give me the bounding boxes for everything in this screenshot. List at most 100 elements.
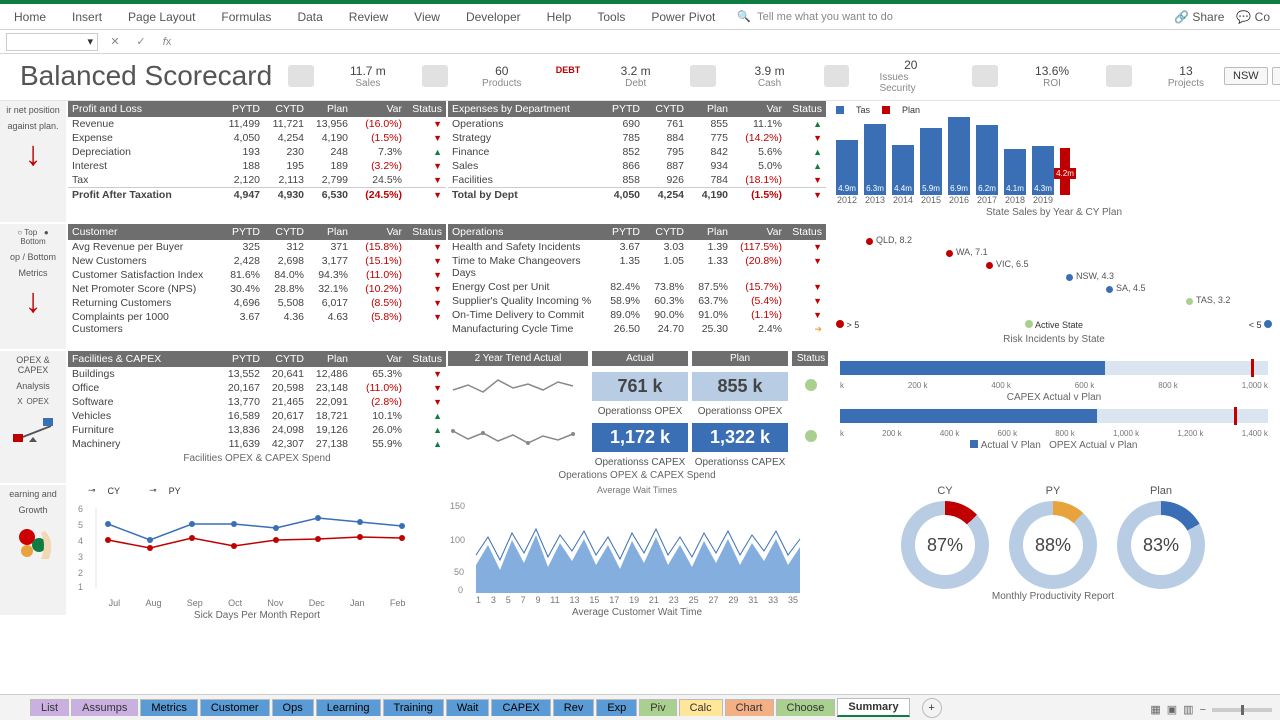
sales-icon <box>288 65 314 87</box>
sheet-tab-exp[interactable]: Exp <box>596 699 637 716</box>
table-row: New Customers2,4282,6983,177(15.1%) <box>68 254 446 268</box>
sheet-tab-summary[interactable]: Summary <box>837 698 909 717</box>
sheet-tab-piv[interactable]: Piv <box>639 699 676 716</box>
tab-insert[interactable]: Insert <box>68 8 106 26</box>
tab-developer[interactable]: Developer <box>462 8 525 26</box>
side-label-learning: earning andGrowth <box>0 485 68 617</box>
page-title: Balanced Scorecard <box>20 60 274 92</box>
down-arrow-icon: ↓ <box>25 284 42 318</box>
table-row: Energy Cost per Unit82.4%73.8%87.5%(15.7… <box>448 280 826 294</box>
scatter-dot <box>1186 298 1193 305</box>
ribbon: Home Insert Page Layout Formulas Data Re… <box>0 4 1280 30</box>
share-button[interactable]: 🔗 Share <box>1174 10 1224 24</box>
comments-button[interactable]: 💬 Co <box>1236 10 1270 24</box>
tab-review[interactable]: Review <box>345 8 392 26</box>
table-row: Manufacturing Cycle Time26.5024.7025.302… <box>448 322 826 336</box>
chart-risk-incidents: QLD, 8.2WA, 7.1VIC, 6.5NSW, 4.3SA, 4.5TA… <box>828 224 1280 351</box>
panel-expenses-dept: Expenses by DepartmentPYTDCYTDPlanVarSta… <box>448 101 828 224</box>
sheet-tabs: ListAssumpsMetricsCustomerOpsLearningTra… <box>0 694 1280 720</box>
cancel-formula-icon[interactable]: ✕ <box>106 35 124 48</box>
sheet-tab-choose[interactable]: Choose <box>776 699 836 716</box>
table-row: Finance8527958425.6% <box>448 145 826 159</box>
opex-plan: 855 k <box>692 372 788 401</box>
name-box[interactable]: ▾ <box>6 33 98 51</box>
capex-bullet <box>840 361 1268 375</box>
formula-bar: ▾ ✕ ✓ fx <box>0 30 1280 54</box>
down-arrow-icon: ↓ <box>25 137 42 171</box>
kpi-projects-value: 13 <box>1179 64 1192 78</box>
table-row: Interest188195189(3.2%) <box>68 159 446 173</box>
table-row: Expense4,0504,2544,190(1.5%) <box>68 131 446 145</box>
sheet-tab-metrics[interactable]: Metrics <box>140 699 197 716</box>
opex-bullet <box>840 409 1268 423</box>
svg-text:0: 0 <box>458 585 463 595</box>
table-row: On-Time Delivery to Commit89.0%90.0%91.0… <box>448 308 826 322</box>
normal-view-icon[interactable]: ▦ <box>1150 703 1160 716</box>
gears-head-icon <box>11 521 55 565</box>
kpi-roi-value: 13.6% <box>1035 64 1069 78</box>
tab-formulas[interactable]: Formulas <box>217 8 275 26</box>
sheet-tab-calc[interactable]: Calc <box>679 699 723 716</box>
sheet-tab-rev[interactable]: Rev <box>553 699 595 716</box>
state-btn-nsw[interactable]: NSW <box>1224 67 1268 85</box>
page-layout-view-icon[interactable]: ▣ <box>1167 703 1177 716</box>
panel-operations: OperationsPYTDCYTDPlanVarStatusHealth an… <box>448 224 828 351</box>
search-icon: 🔍 <box>737 10 751 23</box>
chart-bullets: k200 k400 k600 k800 k1,000 k CAPEX Actua… <box>828 351 1280 485</box>
fx-icon[interactable]: fx <box>158 36 176 48</box>
zoom-out-icon[interactable]: − <box>1200 704 1206 716</box>
security-icon <box>824 65 850 87</box>
panel-trend: 2 Year Trend ActualActualPlanStatus 761 … <box>448 351 828 485</box>
table-row: Revenue11,49911,72113,956(16.0%) <box>68 117 446 131</box>
sheet-tab-learning[interactable]: Learning <box>316 699 381 716</box>
page-break-view-icon[interactable]: ▥ <box>1183 703 1193 716</box>
side-label-capex: OPEX & CAPEXAnalysis XOPEX <box>0 351 68 485</box>
tab-tools[interactable]: Tools <box>593 8 629 26</box>
kpi-cash-value: 3.9 m <box>755 64 785 78</box>
sheet-tab-list[interactable]: List <box>30 699 69 716</box>
scatter-dot <box>866 238 873 245</box>
tab-home[interactable]: Home <box>10 8 50 26</box>
tab-view[interactable]: View <box>410 8 444 26</box>
chart-sick-days: ⊸CY ⊸PY 654321 JulAugSepOctNovDecJanFeb … <box>68 485 448 617</box>
svg-text:150: 150 <box>450 501 465 511</box>
tell-me-search[interactable]: 🔍 Tell me what you want to do <box>737 10 892 23</box>
sheet-tab-customer[interactable]: Customer <box>200 699 270 716</box>
products-icon <box>422 65 448 87</box>
bar: 6.3m <box>864 124 886 195</box>
table-row: Total by Dept4,0504,2544,190(1.5%) <box>448 187 826 202</box>
sheet-tab-training[interactable]: Training <box>383 699 444 716</box>
panel-facilities-capex: Facilities & CAPEXPYTDCYTDPlanVarStatusB… <box>68 351 448 485</box>
sheet-tab-wait[interactable]: Wait <box>446 699 490 716</box>
panel-profit-loss: Profit and LossPYTDCYTDPlanVarStatusReve… <box>68 101 448 224</box>
bar: 6.2m <box>976 125 998 195</box>
bar: 6.9m <box>948 117 970 195</box>
svg-text:5: 5 <box>78 520 83 530</box>
state-slicer: NSWQLDSATASVICWA <box>1224 67 1280 85</box>
scatter-dot <box>946 250 953 257</box>
svg-text:2: 2 <box>78 568 83 578</box>
capex-plan: 1,322 k <box>692 423 788 452</box>
roi-icon <box>972 65 998 87</box>
sheet-tab-assumps[interactable]: Assumps <box>71 699 138 716</box>
add-sheet-button[interactable]: + <box>922 698 942 718</box>
sheet-tab-chart[interactable]: Chart <box>725 699 774 716</box>
capex-actual: 1,172 k <box>592 423 688 452</box>
sheet-tab-ops[interactable]: Ops <box>272 699 314 716</box>
tab-page-layout[interactable]: Page Layout <box>124 8 199 26</box>
enter-formula-icon[interactable]: ✓ <box>132 35 150 48</box>
panel-customer: CustomerPYTDCYTDPlanVarStatusAvg Revenue… <box>68 224 448 351</box>
chart-state-sales: TasPlan 4.9m6.3m4.4m5.9m6.9m6.2m4.1m4.3m… <box>828 101 1280 224</box>
table-row: Machinery11,63942,30727,13855.9% <box>68 437 446 451</box>
sparkline-opex <box>448 370 588 402</box>
state-btn-qld[interactable]: QLD <box>1272 67 1280 85</box>
tab-help[interactable]: Help <box>543 8 576 26</box>
tab-power-pivot[interactable]: Power Pivot <box>647 8 719 26</box>
cash-icon <box>690 65 716 87</box>
sheet-tab-capex[interactable]: CAPEX <box>491 699 550 716</box>
table-row: Furniture13,83624,09819,12626.0% <box>68 423 446 437</box>
bar: 4.1m <box>1004 149 1026 195</box>
svg-text:3: 3 <box>78 552 83 562</box>
tab-data[interactable]: Data <box>293 8 326 26</box>
table-row: Strategy785884775(14.2%) <box>448 131 826 145</box>
